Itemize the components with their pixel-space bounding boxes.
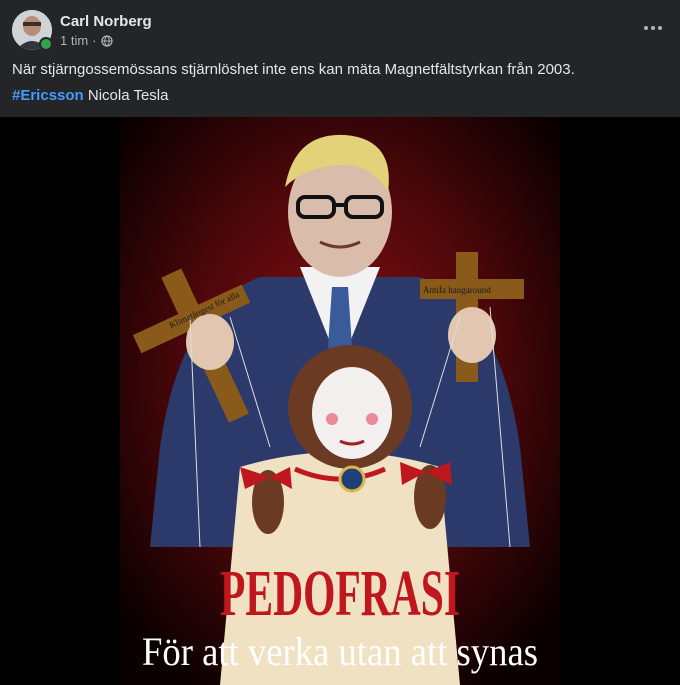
author-name[interactable]: Carl Norberg — [60, 13, 152, 30]
meta-separator: · — [92, 33, 97, 48]
more-horizontal-icon[interactable] — [638, 16, 668, 40]
post-meta: 1 tim · — [60, 33, 113, 48]
post-text: När stjärngossemössans stjärnlöshet inte… — [12, 61, 575, 78]
globe-icon[interactable] — [100, 34, 113, 47]
post-text-tail: Nicola Tesla — [83, 87, 169, 104]
post-image[interactable]: Klimatångest för alla Antifa hangaround … — [0, 117, 680, 685]
post-time[interactable]: 1 tim — [60, 33, 88, 48]
post-text-line2: #Ericsson Nicola Tesla — [12, 87, 168, 104]
post-header: Carl Norberg 1 tim · — [12, 10, 668, 52]
right-cross-label: Antifa hangaround — [423, 285, 491, 295]
avatar[interactable] — [12, 10, 53, 51]
online-status-dot — [39, 37, 53, 51]
caricature-poster: Klimatångest för alla Antifa hangaround … — [120, 117, 560, 685]
post-card: Carl Norberg 1 tim · När stjärngossemöss… — [0, 0, 680, 685]
poster-subtitle: För att verka utan att synas — [142, 629, 538, 674]
hashtag-link[interactable]: #Ericsson — [12, 87, 84, 104]
poster-title: PEDOFRASI — [220, 557, 460, 630]
